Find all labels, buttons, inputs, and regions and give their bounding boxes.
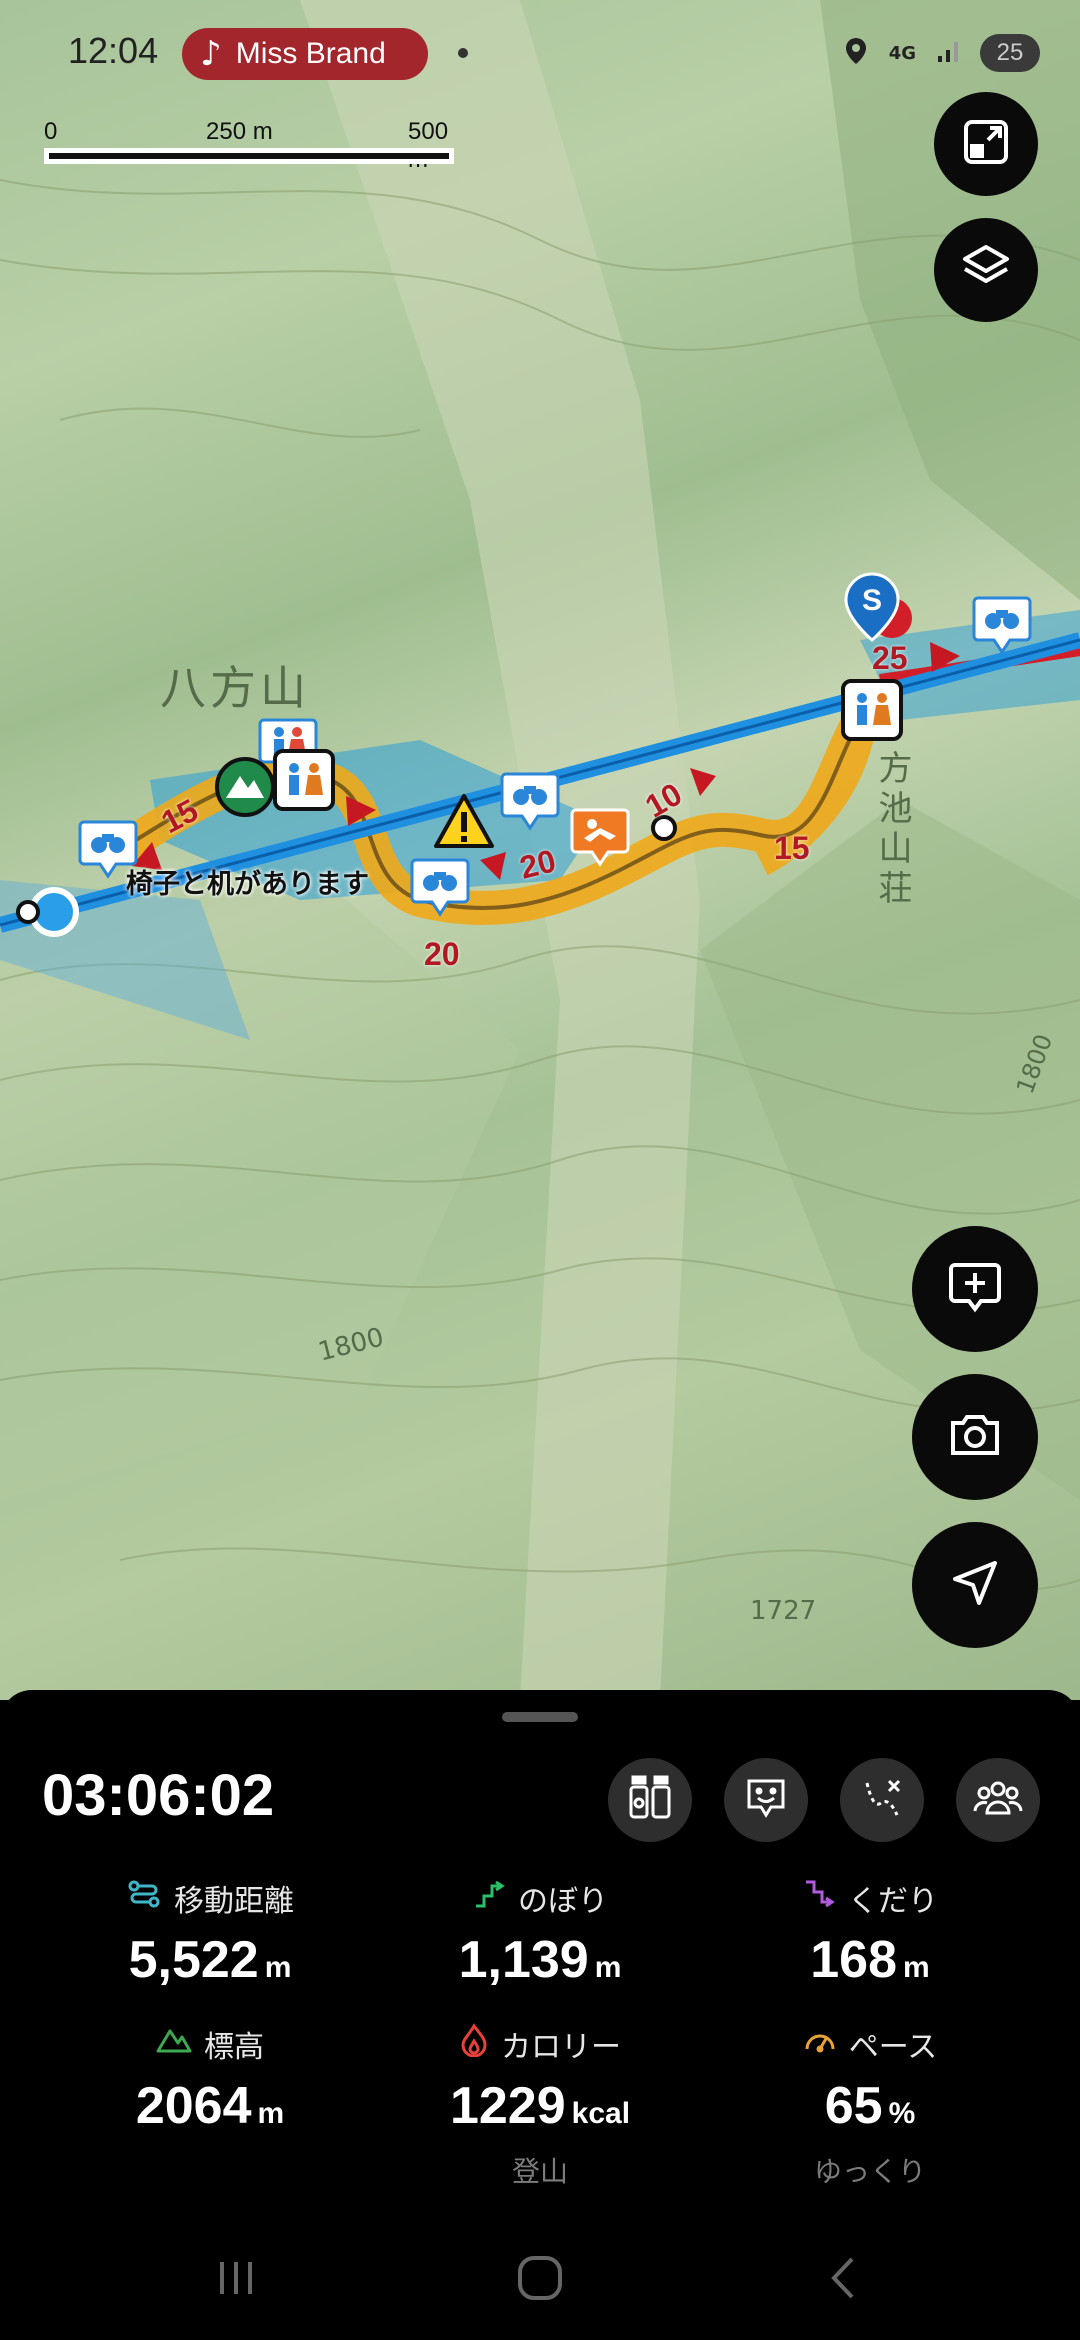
stat-label: ペース: [848, 2030, 938, 2065]
route-icon: [859, 1775, 905, 1825]
pace-icon: [803, 2025, 837, 2063]
system-nav-bar: [0, 2220, 1080, 2340]
recents-button[interactable]: [206, 2250, 266, 2310]
media-playing-chip[interactable]: ♪ Miss Brand: [182, 28, 428, 80]
stat-unit: kcal: [571, 2097, 631, 2130]
calorie-icon: [459, 2023, 489, 2065]
clock: 12:04: [68, 30, 159, 71]
stat-value: 65: [824, 2077, 883, 2135]
hut-name-label: 方池山荘: [872, 750, 912, 910]
location-icon: [843, 36, 869, 70]
scale-bar: [44, 148, 454, 164]
checkpoint-icon: [627, 1773, 673, 1827]
scale-label: 0: [44, 118, 58, 145]
stat-label: のぼり: [518, 1884, 608, 1919]
stat-value: 5,522: [128, 1931, 259, 1989]
memo-button[interactable]: [724, 1758, 808, 1842]
svg-text:S: S: [862, 584, 882, 617]
viewpoint-binoculars-icon[interactable]: [500, 770, 560, 836]
stat-value: 1229: [449, 2077, 566, 2135]
group-icon: [973, 1775, 1023, 1825]
status-bar: 12:04 ♪ Miss Brand 4G 25: [0, 0, 1080, 110]
add-memo-icon: [945, 1257, 1005, 1321]
stat-elevation: 標高 2064 m: [45, 2022, 375, 2136]
home-icon: [515, 2253, 565, 2307]
map-view[interactable]: 八方山 方池山荘 1800 1727 1800 椅子と机があります 15 15 …: [0, 0, 1080, 1700]
stat-value: 2064: [135, 2077, 252, 2135]
navigation-arrow-icon: [947, 1555, 1003, 1615]
route-time-label: 15: [774, 830, 810, 866]
drag-handle[interactable]: [502, 1712, 578, 1722]
group-button[interactable]: [956, 1758, 1040, 1842]
scale-label: 500 m: [408, 118, 449, 173]
media-title: Miss Brand: [235, 37, 386, 70]
scale-label: 250 m: [206, 118, 273, 145]
home-button[interactable]: [510, 2250, 570, 2310]
network-type-label: 4G: [888, 42, 916, 64]
stat-label: カロリー: [501, 2030, 621, 2065]
viewpoint-binoculars-icon[interactable]: [410, 856, 470, 922]
signal-icon: [936, 38, 960, 68]
warning-icon[interactable]: [432, 792, 496, 854]
viewpoint-binoculars-icon[interactable]: [972, 594, 1032, 660]
expand-icon: [960, 116, 1012, 172]
pace-description: ゆっくり: [813, 2155, 926, 2188]
music-note-icon: ♪: [200, 34, 222, 74]
camera-icon: [945, 1405, 1005, 1469]
stat-calories: カロリー 1229 kcal 登山: [375, 2022, 705, 2190]
ascent-icon: [472, 1878, 506, 1918]
peak-name-label: 八方山: [160, 661, 310, 715]
stat-pace: ペース 65% ゆっくり: [705, 2022, 1035, 2190]
summit-mountain-icon[interactable]: [214, 756, 276, 822]
activity-type-label: 登山: [511, 2155, 568, 2188]
poi-note-label[interactable]: 椅子と机があります: [126, 862, 369, 901]
map-scale: 0 250 m 500 m: [44, 118, 454, 173]
contour-label: 1727: [750, 1596, 817, 1626]
stat-unit: m: [264, 1951, 292, 1984]
elapsed-time: 03:06:02: [42, 1763, 275, 1828]
stat-label: 標高: [204, 2030, 264, 2065]
viewpoint-binoculars-icon[interactable]: [78, 818, 138, 884]
back-button[interactable]: [814, 2250, 874, 2310]
stat-unit: %: [888, 2097, 916, 2130]
stat-descent: くだり 168 m: [705, 1876, 1035, 1990]
route-time-label: 20: [424, 936, 460, 972]
elevation-icon: [156, 2025, 192, 2063]
stat-unit: m: [903, 1951, 930, 1984]
add-memo-button[interactable]: [912, 1226, 1038, 1352]
fullscreen-button[interactable]: [934, 92, 1038, 196]
stat-ascent: のぼり 1,139 m: [375, 1876, 705, 1990]
smile-memo-icon: [743, 1775, 789, 1825]
stat-label: 移動距離: [174, 1884, 294, 1919]
layers-icon: [959, 241, 1013, 299]
stat-unit: m: [594, 1951, 622, 1984]
checkpoint-button[interactable]: [608, 1758, 692, 1842]
camera-button[interactable]: [912, 1374, 1038, 1500]
distance-icon: [126, 1878, 162, 1918]
back-icon: [824, 2255, 864, 2305]
navigate-button[interactable]: [912, 1522, 1038, 1648]
battery-indicator: 25: [980, 34, 1040, 72]
stat-distance: 移動距離 5,522 m: [45, 1876, 375, 1990]
notification-dot: [458, 48, 468, 58]
recents-icon: [214, 2258, 258, 2302]
descent-icon: [802, 1878, 836, 1918]
stat-unit: m: [257, 2097, 285, 2130]
stat-value: 1,139: [458, 1931, 589, 1989]
stat-label: くだり: [848, 1884, 938, 1919]
route-button[interactable]: [840, 1758, 924, 1842]
hut-restroom-icon[interactable]: [840, 678, 904, 746]
start-pin-icon[interactable]: S: [842, 570, 922, 664]
hazard-fall-icon[interactable]: [570, 806, 630, 872]
layers-button[interactable]: [934, 218, 1038, 322]
hut-restroom-icon[interactable]: [272, 748, 336, 816]
stat-value: 168: [810, 1931, 898, 1989]
